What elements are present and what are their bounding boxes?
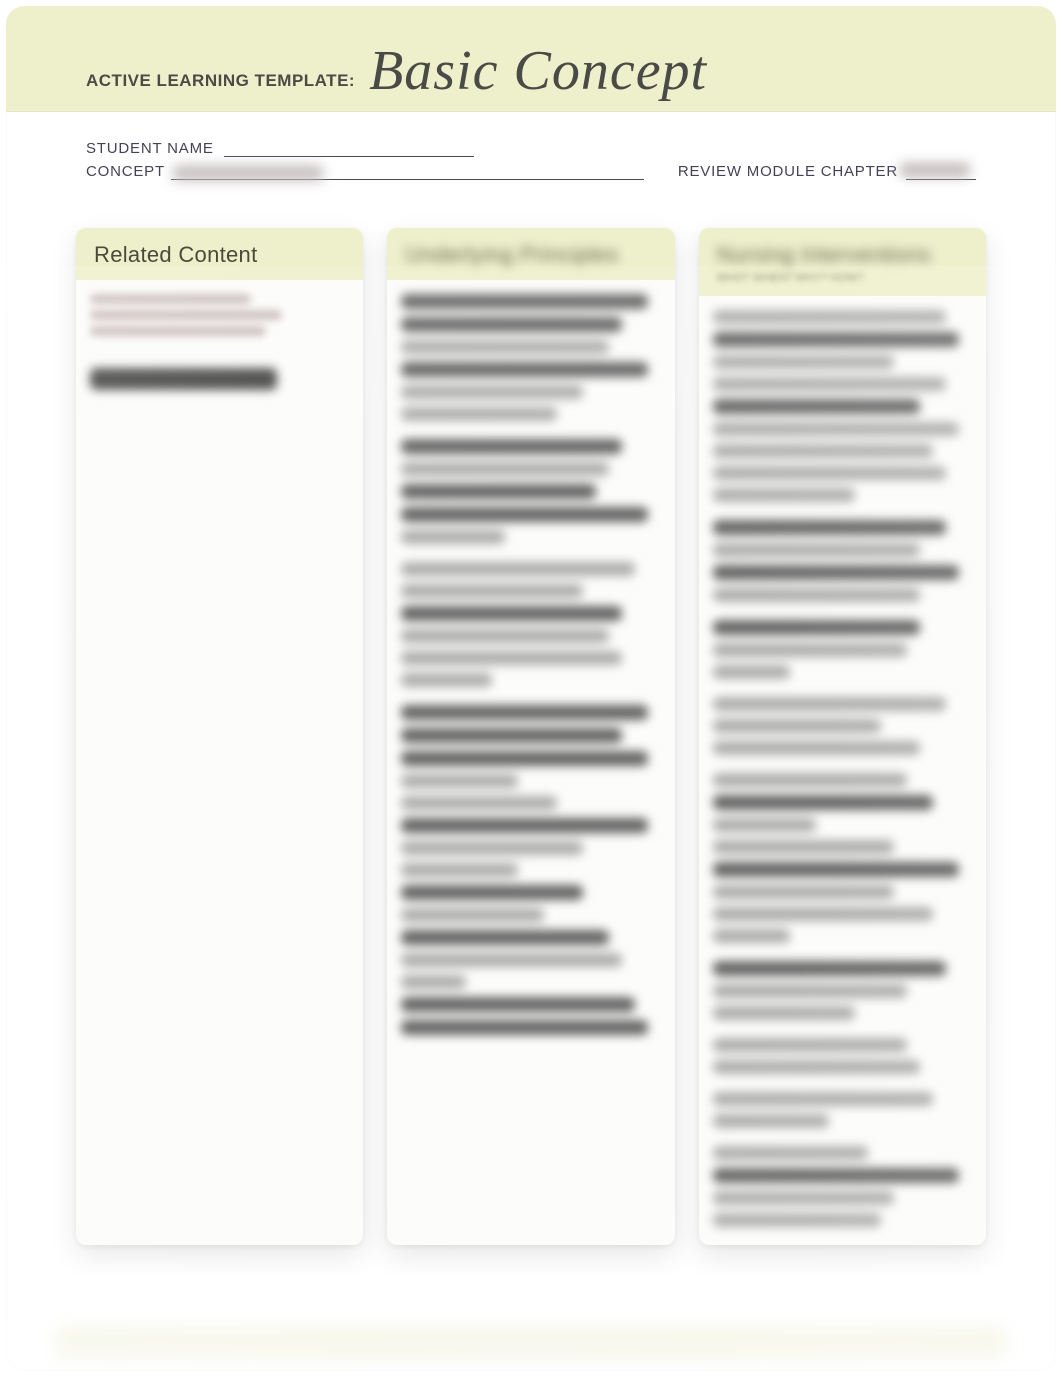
mid-block-2 [401, 439, 660, 544]
r-block-7 [713, 1038, 972, 1074]
chapter-value-blurred [900, 163, 970, 177]
card-title-right: Nursing Interventions [717, 242, 968, 268]
template-title: Basic Concept [369, 43, 707, 99]
card-subtitle-right: WHO? WHEN? WHY? HOW? [717, 272, 968, 284]
mid-block-1 [401, 294, 660, 421]
review-wrap: REVIEW MODULE CHAPTER [678, 163, 976, 180]
card-underlying-principles: Underlying Principles [387, 228, 674, 1245]
concept-label: CONCEPT [86, 163, 165, 180]
left-subtext-blurred [90, 294, 349, 336]
student-underline [224, 141, 474, 157]
card-header-middle: Underlying Principles [387, 228, 674, 280]
mid-block-3 [401, 562, 660, 687]
card-header-right: Nursing Interventions WHO? WHEN? WHY? HO… [699, 228, 986, 296]
r-block-2 [713, 520, 972, 602]
r-block-9 [713, 1146, 972, 1227]
student-label: STUDENT NAME [86, 140, 214, 157]
r-block-1 [713, 310, 972, 502]
student-row: STUDENT NAME [86, 140, 976, 157]
concept-underline [171, 164, 644, 180]
card-related-content: Related Content [76, 228, 363, 1245]
left-section-heading-blurred [90, 368, 277, 390]
concept-value-blurred [173, 165, 323, 181]
r-block-8 [713, 1092, 972, 1128]
chapter-underline [906, 164, 976, 180]
concept-review-row: CONCEPT REVIEW MODULE CHAPTER [86, 163, 976, 180]
footer-bar-blurred [56, 1327, 1006, 1361]
concept-wrap: CONCEPT [86, 163, 644, 180]
worksheet-sheet: ACTIVE LEARNING TEMPLATE: Basic Concept … [6, 6, 1056, 1371]
card-body-middle [387, 280, 674, 1245]
r-block-5 [713, 773, 972, 943]
banner: ACTIVE LEARNING TEMPLATE: Basic Concept [6, 6, 1056, 112]
meta-block: STUDENT NAME CONCEPT REVIEW MODULE CHAPT… [6, 112, 1056, 194]
r-block-6 [713, 961, 972, 1020]
r-block-4 [713, 697, 972, 755]
card-body-left [76, 280, 363, 1245]
cards-row: Related Content Underlying Principles [6, 194, 1056, 1285]
mid-block-4 [401, 705, 660, 1035]
card-body-right [699, 296, 986, 1245]
template-label: ACTIVE LEARNING TEMPLATE: [86, 72, 355, 99]
card-title-left: Related Content [94, 242, 345, 268]
card-nursing-interventions: Nursing Interventions WHO? WHEN? WHY? HO… [699, 228, 986, 1245]
card-header-left: Related Content [76, 228, 363, 280]
r-block-3 [713, 620, 972, 679]
card-title-middle: Underlying Principles [405, 242, 656, 268]
review-label: REVIEW MODULE CHAPTER [678, 163, 898, 180]
